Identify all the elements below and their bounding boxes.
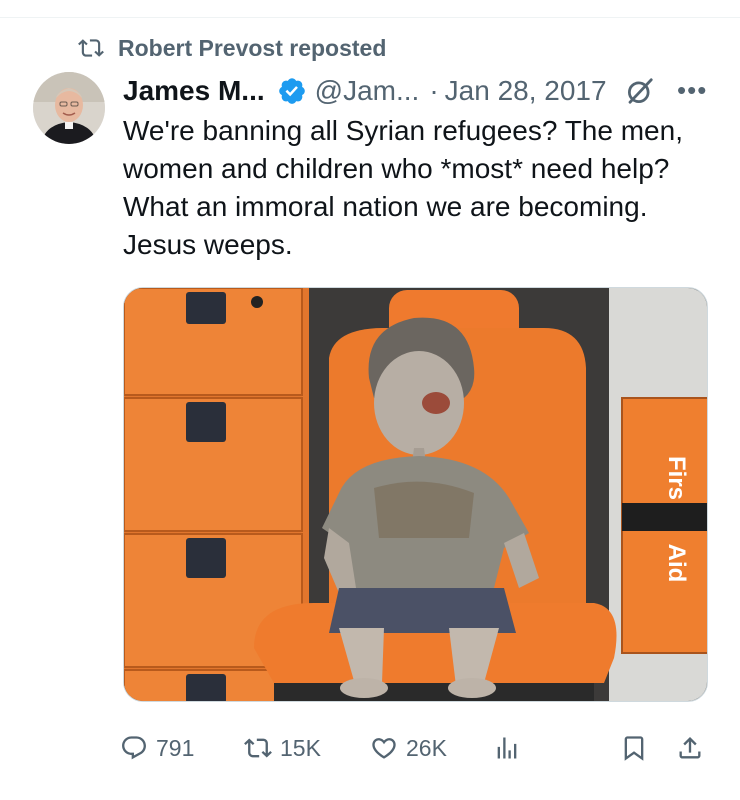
like-button[interactable]: 26K (370, 728, 447, 768)
views-button[interactable] (493, 728, 521, 768)
views-icon (497, 737, 517, 759)
reply-button[interactable]: 791 (120, 728, 194, 768)
top-divider (0, 17, 740, 18)
date-separator: · (429, 75, 439, 106)
like-count: 26K (406, 734, 447, 761)
bookmark-button[interactable] (620, 728, 648, 768)
more-options-icon[interactable]: ••• (677, 77, 707, 103)
repost-count: 15K (280, 734, 321, 761)
repost-indicator[interactable]: Robert Prevost reposted (78, 34, 386, 62)
tweet-photo[interactable]: Firs Aid (123, 287, 708, 702)
tweet-header: James M... @Jam... · Jan 28, 2017 (123, 73, 713, 109)
repost-button[interactable]: 15K (244, 728, 321, 768)
tweet-date[interactable]: Jan 28, 2017 (445, 75, 607, 107)
svg-text:Firs: Firs (663, 456, 690, 500)
share-button[interactable] (676, 728, 704, 768)
heart-icon (372, 738, 396, 759)
reply-count: 791 (156, 734, 195, 761)
repost-icon (244, 738, 272, 758)
bookmark-icon (624, 736, 644, 761)
grok-icon[interactable] (625, 76, 655, 106)
repost-icon (78, 39, 104, 57)
repost-text: Robert Prevost reposted (118, 34, 387, 61)
tweet-text: We're banning all Syrian refugees? The m… (123, 115, 683, 260)
author-name[interactable]: James M... (123, 75, 265, 107)
share-icon (679, 737, 701, 759)
verified-badge-icon (278, 78, 305, 104)
avatar[interactable] (33, 72, 105, 144)
tweet-actions: 791 15K 26K (0, 728, 740, 768)
svg-text:Aid: Aid (663, 544, 690, 583)
reply-icon (122, 736, 146, 760)
author-handle[interactable]: @Jam... (315, 75, 420, 107)
